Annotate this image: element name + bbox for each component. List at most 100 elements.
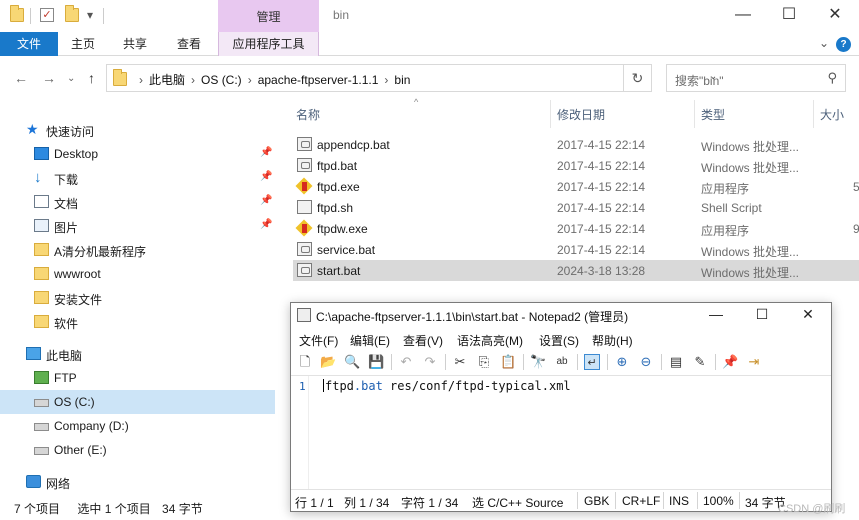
copy-icon[interactable]: ⎘: [476, 354, 492, 370]
status-zoom[interactable]: 100%: [703, 494, 734, 508]
undo-icon[interactable]: ↶: [398, 354, 414, 370]
minimize-button[interactable]: —: [720, 0, 766, 32]
sidebar-item-software[interactable]: 软件: [0, 310, 275, 334]
tab-share[interactable]: 共享: [114, 32, 156, 56]
exit-icon[interactable]: ⇥: [746, 354, 762, 370]
search-box[interactable]: 搜索"bin" ⚲: [666, 64, 846, 92]
scheme-icon[interactable]: ▤: [668, 354, 684, 370]
always-on-top-icon[interactable]: 📌: [722, 354, 738, 370]
breadcrumb-os-c[interactable]: OS (C:): [201, 73, 242, 87]
status-lexer[interactable]: 选 C/C++ Source: [472, 494, 563, 511]
chevron-right-icon[interactable]: ›: [384, 73, 388, 87]
file-row[interactable]: ftpd.exe 2017-4-15 22:14 应用程序 5: [293, 176, 859, 197]
sidebar-item-install-files[interactable]: 安装文件: [0, 286, 275, 310]
notepad2-minimize-button[interactable]: —: [693, 303, 739, 327]
sidebar-item-label: OS (C:): [54, 395, 95, 409]
tab-file[interactable]: 文件: [0, 32, 58, 56]
notepad2-title-bar[interactable]: C:\apache-ftpserver-1.1.1\bin\start.bat …: [291, 303, 831, 327]
menu-edit[interactable]: 编辑(E): [350, 332, 390, 349]
sidebar-item-quick-access[interactable]: ★ 快速访问: [0, 118, 275, 142]
status-insert-mode[interactable]: INS: [669, 494, 689, 508]
sidebar-item-this-pc[interactable]: 此电脑: [0, 342, 275, 366]
column-divider[interactable]: [813, 100, 814, 128]
help-icon[interactable]: ?: [836, 37, 851, 52]
chevron-right-icon[interactable]: ›: [248, 73, 252, 87]
tab-view[interactable]: 查看: [168, 32, 210, 56]
sidebar-item-downloads[interactable]: ↓ 下载 📌: [0, 166, 275, 190]
scheme-config-icon[interactable]: ✎: [692, 354, 708, 370]
browse-icon[interactable]: 🔍: [344, 354, 360, 370]
sidebar-item-pictures[interactable]: 图片 📌: [0, 214, 275, 238]
sidebar-item-other-e[interactable]: Other (E:): [0, 438, 275, 462]
notepad2-maximize-button[interactable]: ☐: [739, 303, 785, 327]
notepad2-menu-bar: 文件(F) 编辑(E) 查看(V) 语法高亮(M) 设置(S) 帮助(H): [291, 329, 831, 349]
menu-syntax[interactable]: 语法高亮(M): [457, 332, 523, 349]
sidebar-item-desktop[interactable]: Desktop 📌: [0, 142, 275, 166]
file-row[interactable]: service.bat 2017-4-15 22:14 Windows 批处理.…: [293, 239, 859, 260]
sidebar-item-documents[interactable]: 文档 📌: [0, 190, 275, 214]
save-icon[interactable]: 💾: [368, 354, 384, 370]
word-wrap-icon[interactable]: ↵: [584, 354, 600, 370]
sidebar-item-network[interactable]: 网络: [0, 470, 275, 494]
notepad2-close-button[interactable]: ✕: [785, 303, 831, 327]
menu-view[interactable]: 查看(V): [403, 332, 443, 349]
column-divider[interactable]: [550, 100, 551, 128]
sidebar-item-company-d[interactable]: Company (D:): [0, 414, 275, 438]
replace-icon[interactable]: ab: [554, 354, 570, 370]
column-header-name[interactable]: 名称: [296, 106, 320, 123]
file-row-selected[interactable]: start.bat 2024-3-18 13:28 Windows 批处理...: [293, 260, 859, 281]
sidebar-item-os-c[interactable]: OS (C:): [0, 390, 275, 414]
code-line[interactable]: ftpd.bat res/conf/ftpd-typical.xml: [323, 379, 571, 393]
toolbar-separator: [523, 354, 524, 370]
tab-home[interactable]: 主页: [62, 32, 104, 56]
cut-icon[interactable]: ✂: [452, 354, 468, 370]
sidebar-item-ftp[interactable]: FTP: [0, 366, 275, 390]
expand-ribbon-icon[interactable]: ⌄: [819, 36, 829, 50]
close-button[interactable]: ✕: [812, 0, 858, 32]
column-header-type[interactable]: 类型: [701, 106, 725, 123]
file-row[interactable]: ftpd.sh 2017-4-15 22:14 Shell Script: [293, 197, 859, 218]
zoom-out-icon[interactable]: ⊖: [638, 354, 654, 370]
zoom-in-icon[interactable]: ⊕: [614, 354, 630, 370]
notepad2-window[interactable]: C:\apache-ftpserver-1.1.1\bin\start.bat …: [290, 302, 832, 512]
menu-file[interactable]: 文件(F): [299, 332, 338, 349]
up-icon[interactable]: ↑: [88, 70, 95, 86]
find-icon[interactable]: 🔭: [530, 354, 546, 370]
address-bar[interactable]: › 此电脑 › OS (C:) › apache-ftpserver-1.1.1 › bin …: [106, 64, 717, 92]
folder-icon[interactable]: [10, 5, 24, 22]
new-folder-icon[interactable]: [65, 5, 79, 22]
back-icon[interactable]: ←: [14, 70, 28, 86]
feather-exe-icon: [297, 221, 312, 235]
breadcrumb-this-pc[interactable]: 此电脑: [149, 73, 185, 87]
paste-icon[interactable]: 📋: [500, 354, 516, 370]
status-eol[interactable]: CR+LF: [622, 494, 660, 508]
chevron-right-icon[interactable]: ›: [191, 73, 195, 87]
tab-application-tools[interactable]: 应用程序工具: [218, 32, 319, 56]
column-divider[interactable]: [694, 100, 695, 128]
sidebar-item-wwwroot[interactable]: wwwroot: [0, 262, 275, 286]
forward-icon[interactable]: →: [42, 70, 56, 86]
customize-quick-access-icon[interactable]: ▾: [87, 8, 93, 22]
sidebar-item-a-program[interactable]: A清分机最新程序: [0, 238, 275, 262]
file-row[interactable]: ftpd.bat 2017-4-15 22:14 Windows 批处理...: [293, 155, 859, 176]
breadcrumb-bin[interactable]: bin: [394, 73, 410, 87]
file-type: 应用程序: [701, 182, 750, 196]
menu-help[interactable]: 帮助(H): [592, 332, 633, 349]
file-row[interactable]: ftpdw.exe 2017-4-15 22:14 应用程序 9: [293, 218, 859, 239]
refresh-icon[interactable]: ↻: [624, 64, 652, 92]
toolbar-separator: [715, 354, 716, 370]
batch-file-icon: [297, 137, 312, 151]
menu-settings[interactable]: 设置(S): [539, 332, 579, 349]
column-header-date[interactable]: 修改日期: [557, 106, 605, 123]
maximize-button[interactable]: ☐: [766, 0, 812, 32]
status-encoding[interactable]: GBK: [584, 494, 609, 508]
properties-icon[interactable]: ✓: [40, 8, 54, 22]
column-header-size[interactable]: 大小: [820, 106, 844, 123]
notepad2-editor[interactable]: 1 ftpd.bat res/conf/ftpd-typical.xml: [291, 375, 831, 490]
recent-locations-icon[interactable]: ⌄: [67, 73, 75, 84]
new-file-icon[interactable]: 🗋: [297, 354, 313, 370]
breadcrumb-apache-ftpserver[interactable]: apache-ftpserver-1.1.1: [258, 73, 379, 87]
file-row[interactable]: appendcp.bat 2017-4-15 22:14 Windows 批处理…: [293, 134, 859, 155]
redo-icon[interactable]: ↷: [422, 354, 438, 370]
open-file-icon[interactable]: 📂: [320, 354, 336, 370]
